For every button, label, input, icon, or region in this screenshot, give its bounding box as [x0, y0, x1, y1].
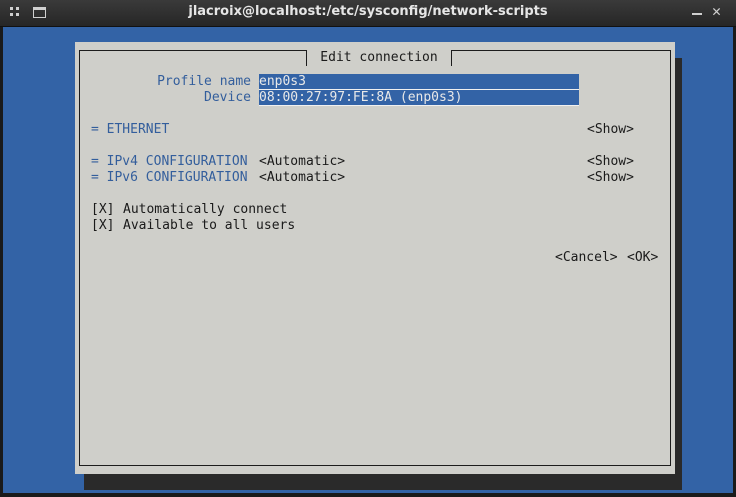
close-icon[interactable]: ✕: [712, 4, 721, 19]
profile-name-input[interactable]: enp0s3: [259, 74, 579, 90]
ipv4-section-label: = IPv4 CONFIGURATION: [91, 154, 248, 169]
dialog-title: Edit connection: [306, 50, 452, 66]
ethernet-show-button[interactable]: <Show>: [587, 122, 634, 138]
auto-connect-label: Automatically connect: [123, 202, 288, 217]
device-label: Device: [204, 90, 251, 105]
cancel-button[interactable]: <Cancel>: [555, 250, 618, 266]
auto-connect-checkbox[interactable]: [X]: [91, 202, 114, 218]
all-users-label: Available to all users: [123, 218, 296, 233]
all-users-checkbox[interactable]: [X]: [91, 218, 114, 234]
window-titlebar[interactable]: jlacroix@localhost:/etc/sysconfig/networ…: [0, 0, 736, 27]
device-input[interactable]: 08:00:27:97:FE:8A (enp0s3): [259, 90, 579, 106]
profile-name-label: Profile name: [157, 74, 251, 89]
minimize-icon[interactable]: [692, 6, 702, 16]
ipv4-show-button[interactable]: <Show>: [587, 154, 634, 170]
ethernet-section-label: = ETHERNET: [91, 122, 170, 137]
edit-connection-dialog: Edit connection Profile name enp0s3 Devi…: [75, 42, 675, 474]
ipv6-mode-dropdown[interactable]: <Automatic>: [259, 170, 345, 186]
ipv4-mode-dropdown[interactable]: <Automatic>: [259, 154, 345, 170]
window-title: jlacroix@localhost:/etc/sysconfig/networ…: [188, 4, 548, 19]
ipv6-section-label: = IPv6 CONFIGURATION: [91, 170, 248, 185]
ipv6-show-button[interactable]: <Show>: [587, 170, 634, 186]
ok-button[interactable]: <OK>: [627, 250, 658, 266]
